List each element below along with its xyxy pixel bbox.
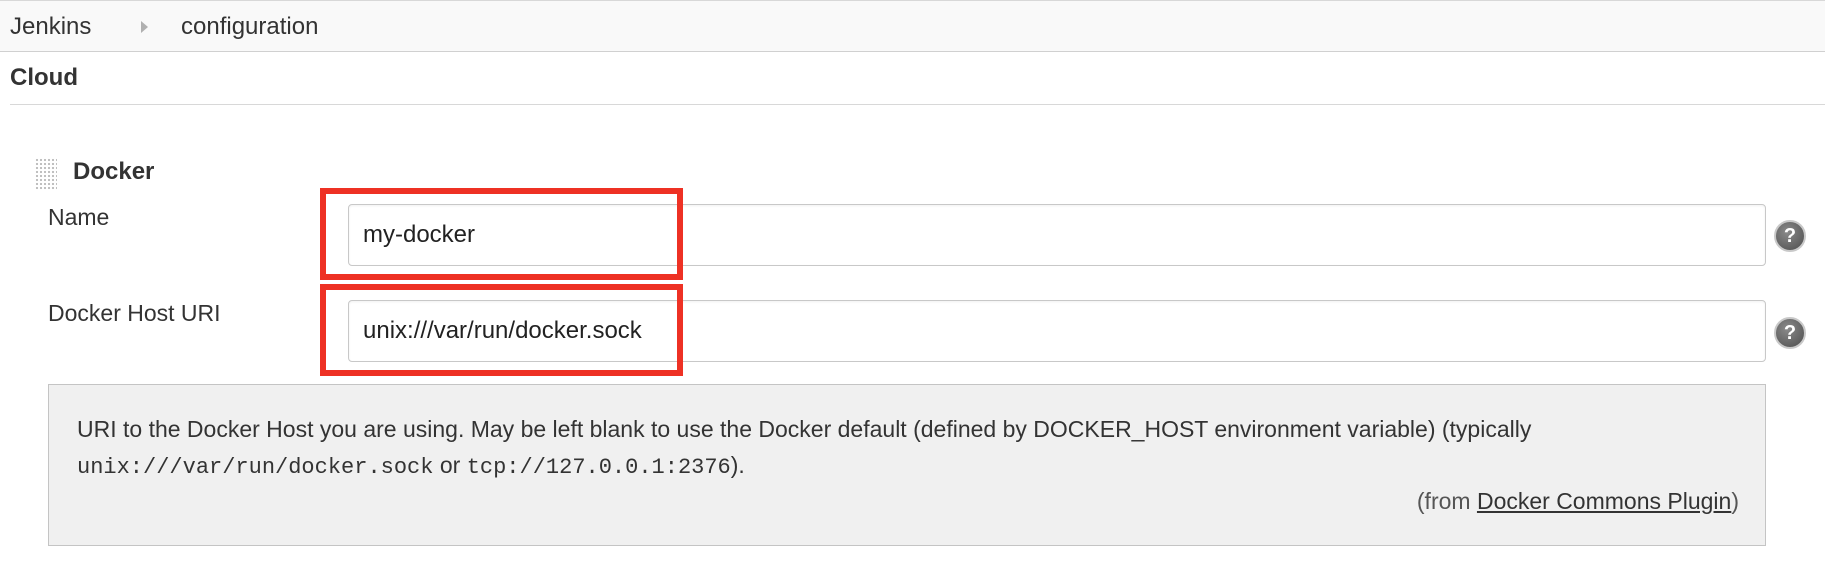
chevron-right-icon: [141, 21, 148, 33]
help-source: (from Docker Commons Plugin): [1417, 483, 1739, 519]
docker-host-uri-label: Docker Host URI: [48, 300, 221, 326]
help-text: URI to the Docker Host you are using. Ma…: [77, 411, 1739, 486]
help-code-tcp: tcp://127.0.0.1:2376: [466, 455, 731, 480]
breadcrumb-jenkins[interactable]: Jenkins: [10, 13, 91, 41]
help-text-end: ).: [730, 452, 745, 478]
help-text-or: or: [439, 452, 461, 478]
section-divider: [10, 104, 1825, 105]
docker-host-uri-input[interactable]: [348, 300, 1766, 362]
help-source-prefix: (from: [1416, 488, 1471, 514]
help-text-intro: URI to the Docker Host you are using. Ma…: [77, 416, 1532, 442]
docker-cloud-title: Docker: [73, 158, 155, 185]
section-title: Cloud: [10, 64, 78, 91]
drag-handle-icon[interactable]: [35, 158, 57, 190]
help-source-suffix: ): [1731, 488, 1739, 514]
breadcrumb-configuration[interactable]: configuration: [181, 13, 318, 41]
help-panel: URI to the Docker Host you are using. Ma…: [48, 384, 1766, 546]
help-icon[interactable]: ?: [1774, 317, 1806, 349]
breadcrumb: Jenkins configuration: [0, 0, 1825, 52]
docker-commons-plugin-link[interactable]: Docker Commons Plugin: [1477, 488, 1731, 514]
name-input[interactable]: [348, 204, 1766, 266]
name-label: Name: [48, 204, 110, 230]
help-code-unix: unix:///var/run/docker.sock: [77, 455, 434, 480]
help-icon[interactable]: ?: [1774, 220, 1806, 252]
